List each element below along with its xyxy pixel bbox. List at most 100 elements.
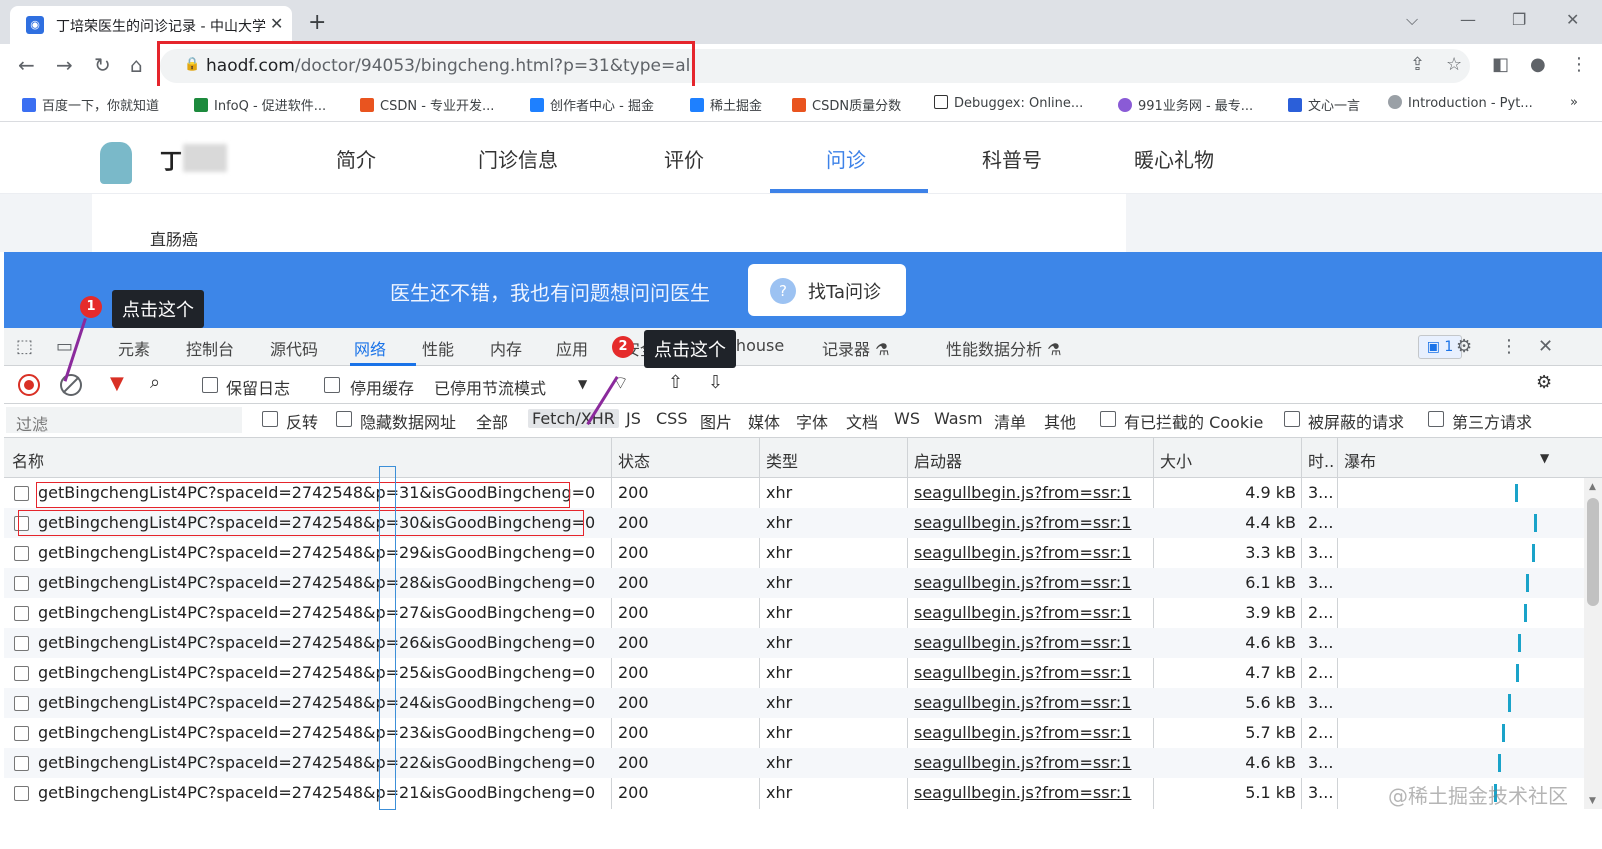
share-icon[interactable]: ⇪ [1410, 54, 1425, 75]
blocked-requests-checkbox[interactable] [1284, 411, 1300, 427]
tab-performance-insights[interactable]: 性能数据分析 ⚗ [946, 336, 1061, 360]
device-toolbar-icon[interactable]: ▭ [56, 336, 73, 357]
nav-intro[interactable]: 简介 [336, 144, 376, 173]
row-checkbox[interactable] [14, 636, 29, 651]
type-filter-media[interactable]: 媒体 [748, 409, 780, 433]
row-checkbox[interactable] [14, 576, 29, 591]
filter-funnel-icon[interactable]: ▼ [110, 373, 124, 394]
row-checkbox[interactable] [14, 666, 29, 681]
tab-sources[interactable]: 源代码 [270, 336, 318, 360]
table-row[interactable]: getBingchengList4PC?spaceId=2742548&p=23… [4, 718, 1584, 748]
nav-science[interactable]: 科普号 [982, 144, 1042, 173]
row-checkbox[interactable] [14, 696, 29, 711]
row-checkbox[interactable] [14, 606, 29, 621]
tab-console[interactable]: 控制台 [186, 336, 234, 360]
tab-close-icon[interactable]: ✕ [270, 14, 283, 33]
request-initiator-link[interactable]: seagullbegin.js?from=ssr:1 [914, 753, 1131, 772]
request-name[interactable]: getBingchengList4PC?spaceId=2742548&p=24… [38, 693, 595, 712]
bookmark-item[interactable]: 文心一言 [1288, 95, 1360, 114]
tab-application[interactable]: 应用 [556, 336, 588, 360]
tab-recorder[interactable]: 记录器 ⚗ [822, 336, 889, 360]
request-initiator-link[interactable]: seagullbegin.js?from=ssr:1 [914, 513, 1131, 532]
bookmark-item[interactable]: InfoQ - 促进软件... [194, 95, 326, 114]
request-initiator-link[interactable]: seagullbegin.js?from=ssr:1 [914, 783, 1131, 802]
request-name[interactable]: getBingchengList4PC?spaceId=2742548&p=28… [38, 573, 595, 592]
export-har-icon[interactable]: ⇩ [708, 372, 723, 393]
row-checkbox[interactable] [14, 726, 29, 741]
type-filter-wasm[interactable]: Wasm [934, 409, 983, 428]
request-name[interactable]: getBingchengList4PC?spaceId=2742548&p=21… [38, 783, 595, 802]
table-row[interactable]: getBingchengList4PC?spaceId=2742548&p=25… [4, 658, 1584, 688]
request-name[interactable]: getBingchengList4PC?spaceId=2742548&p=22… [38, 753, 595, 772]
minimize-icon[interactable]: — [1460, 10, 1476, 29]
col-initiator[interactable]: 启动器 [914, 448, 962, 472]
tab-memory[interactable]: 内存 [490, 336, 522, 360]
bookmark-item[interactable]: CSDN质量分数 [792, 95, 901, 114]
browser-tab-active[interactable]: ◉ 丁培荣医生的问诊记录 - 中山大学 ✕ [10, 6, 292, 44]
more-options-icon[interactable]: ⋮ [1500, 336, 1518, 357]
request-name[interactable]: getBingchengList4PC?spaceId=2742548&p=29… [38, 543, 595, 562]
type-filter-fetch-xhr[interactable]: Fetch/XHR [528, 409, 619, 428]
request-name[interactable]: getBingchengList4PC?spaceId=2742548&p=23… [38, 723, 595, 742]
tab-elements[interactable]: 元素 [118, 336, 150, 360]
col-status[interactable]: 状态 [618, 448, 650, 472]
type-filter-all[interactable]: 全部 [476, 409, 508, 433]
blocked-cookies-checkbox[interactable] [1100, 411, 1116, 427]
request-initiator-link[interactable]: seagullbegin.js?from=ssr:1 [914, 543, 1131, 562]
filter-input[interactable]: 过滤 [6, 407, 242, 434]
type-filter-js[interactable]: JS [626, 409, 641, 428]
chevron-down-icon[interactable]: ▼ [578, 377, 587, 391]
forward-arrow-icon[interactable]: → [56, 53, 73, 77]
close-devtools-icon[interactable]: ✕ [1538, 336, 1553, 357]
nav-consult[interactable]: 问诊 [826, 144, 866, 173]
profile-avatar-icon[interactable]: ● [1530, 54, 1546, 75]
request-name[interactable]: getBingchengList4PC?spaceId=2742548&p=25… [38, 663, 595, 682]
preserve-log-checkbox[interactable] [202, 377, 218, 393]
col-time[interactable]: 时.. [1308, 448, 1334, 472]
tab-network[interactable]: 网络 [354, 336, 386, 360]
reload-icon[interactable]: ↻ [94, 53, 111, 77]
tab-search-chevron-icon[interactable]: ⌵ [1406, 10, 1418, 30]
table-row[interactable]: getBingchengList4PC?spaceId=2742548&p=26… [4, 628, 1584, 658]
close-window-icon[interactable]: ✕ [1566, 10, 1579, 29]
type-filter-manifest[interactable]: 清单 [994, 409, 1026, 433]
bookmark-item[interactable]: CSDN - 专业开发... [360, 95, 494, 114]
table-row[interactable]: getBingchengList4PC?spaceId=2742548&p=27… [4, 598, 1584, 628]
browser-menu-icon[interactable]: ⋮ [1570, 54, 1588, 75]
table-row[interactable]: getBingchengList4PC?spaceId=2742548&p=21… [4, 778, 1584, 808]
table-scrollbar-thumb[interactable] [1587, 498, 1599, 606]
tab-performance[interactable]: 性能 [422, 336, 454, 360]
bookmark-item[interactable]: Debuggex: Online... [934, 95, 1083, 111]
side-panel-icon[interactable]: ◧ [1492, 54, 1509, 75]
request-initiator-link[interactable]: seagullbegin.js?from=ssr:1 [914, 573, 1131, 592]
table-row[interactable]: getBingchengList4PC?spaceId=2742548&p=22… [4, 748, 1584, 778]
col-name[interactable]: 名称 [12, 448, 44, 472]
record-icon[interactable] [18, 374, 40, 396]
table-row[interactable]: getBingchengList4PC?spaceId=2742548&p=28… [4, 568, 1584, 598]
type-filter-other[interactable]: 其他 [1044, 409, 1076, 433]
invert-checkbox[interactable] [262, 411, 278, 427]
bookmark-item[interactable]: 稀土掘金 [690, 95, 762, 114]
request-initiator-link[interactable]: seagullbegin.js?from=ssr:1 [914, 663, 1131, 682]
search-icon[interactable]: ⌕ [150, 372, 160, 393]
table-row[interactable]: getBingchengList4PC?spaceId=2742548&p=24… [4, 688, 1584, 718]
bookmark-item[interactable]: 991业务网 - 最专... [1118, 95, 1253, 114]
bookmark-item[interactable]: Introduction - Pyt... [1388, 95, 1533, 111]
request-initiator-link[interactable]: seagullbegin.js?from=ssr:1 [914, 603, 1131, 622]
row-checkbox[interactable] [14, 486, 29, 501]
type-filter-css[interactable]: CSS [656, 409, 687, 428]
row-checkbox[interactable] [14, 786, 29, 801]
scroll-down-arrow-icon[interactable]: ▼ [1589, 796, 1596, 806]
hide-data-urls-checkbox[interactable] [336, 411, 352, 427]
home-icon[interactable]: ⌂ [130, 53, 143, 77]
star-bookmark-icon[interactable]: ☆ [1446, 54, 1462, 75]
bookmark-item[interactable]: 创作者中心 - 掘金 [530, 95, 654, 114]
restore-icon[interactable]: ❐ [1512, 10, 1526, 29]
request-name[interactable]: getBingchengList4PC?spaceId=2742548&p=27… [38, 603, 595, 622]
clear-icon[interactable] [60, 374, 82, 396]
row-checkbox[interactable] [14, 546, 29, 561]
nav-clinic-info[interactable]: 门诊信息 [478, 144, 558, 173]
throttling-select[interactable]: 已停用节流模式 [434, 375, 546, 399]
request-initiator-link[interactable]: seagullbegin.js?from=ssr:1 [914, 633, 1131, 652]
back-arrow-icon[interactable]: ← [18, 53, 35, 77]
